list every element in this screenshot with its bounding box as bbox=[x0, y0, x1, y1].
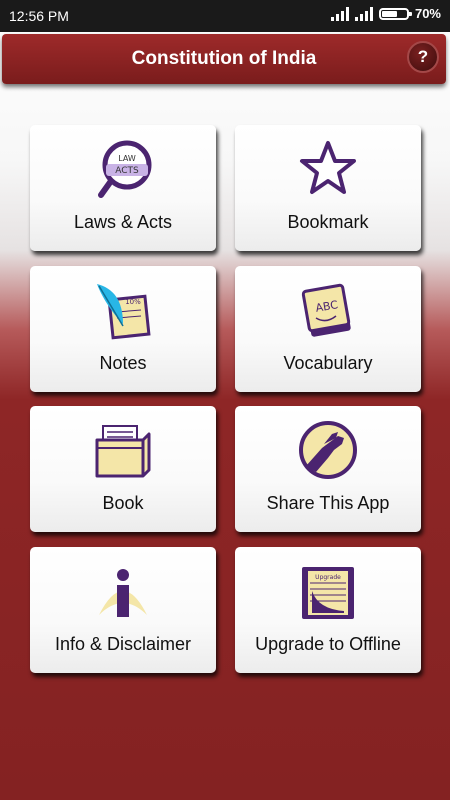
signal-icon bbox=[354, 6, 373, 21]
tile-share-app[interactable]: Share This App bbox=[235, 406, 421, 532]
book-box-icon bbox=[95, 425, 151, 478]
tile-label: Notes bbox=[99, 353, 147, 373]
clipboard-chart-icon: Upgrade bbox=[302, 567, 354, 619]
status-bar: 12:56 PM 70% bbox=[0, 0, 450, 32]
tile-notes[interactable]: 10% Notes bbox=[30, 266, 216, 392]
tile-vocabulary[interactable]: ABC Vocabulary bbox=[235, 266, 421, 392]
tile-book[interactable]: Book bbox=[30, 406, 216, 532]
handshake-icon bbox=[299, 421, 357, 479]
upgrade-icon-text: Upgrade bbox=[315, 574, 341, 581]
abc-notepad-icon: ABC bbox=[301, 283, 351, 337]
signal-icon bbox=[330, 6, 349, 21]
tile-label: Share This App bbox=[266, 493, 390, 513]
battery-icon bbox=[378, 7, 412, 20]
tile-laws-acts[interactable]: LAW ACTS Laws & Acts bbox=[30, 125, 216, 251]
tile-label: Book bbox=[102, 493, 144, 513]
tile-label: Vocabulary bbox=[283, 353, 373, 373]
tile-label: Info & Disclaimer bbox=[54, 634, 192, 654]
status-time: 12:56 PM bbox=[9, 8, 69, 24]
law-icon-text: LAW bbox=[118, 154, 136, 163]
battery-level bbox=[381, 10, 397, 17]
tile-label: Upgrade to Offline bbox=[255, 634, 401, 654]
help-button[interactable]: ? bbox=[407, 41, 439, 73]
acts-icon-text: ACTS bbox=[115, 166, 139, 176]
notes-icon-text: 10% bbox=[125, 298, 141, 306]
info-icon bbox=[99, 569, 147, 617]
tile-label: Bookmark bbox=[287, 212, 369, 232]
tile-info-disclaimer[interactable]: Info & Disclaimer bbox=[30, 547, 216, 673]
app-header: Constitution of India ? bbox=[2, 34, 446, 84]
star-icon bbox=[300, 141, 356, 194]
battery-percent: 70% bbox=[414, 6, 441, 21]
status-icons: 70% bbox=[330, 6, 441, 21]
tile-label: Laws & Acts bbox=[73, 212, 173, 232]
app-title: Constitution of India bbox=[131, 48, 317, 69]
magnifier-law-acts-icon: LAW ACTS bbox=[98, 140, 152, 198]
tile-upgrade-offline[interactable]: Upgrade Upgrade to Offline bbox=[235, 547, 421, 673]
tile-bookmark[interactable]: Bookmark bbox=[235, 125, 421, 251]
quill-notes-icon: 10% bbox=[97, 284, 151, 340]
